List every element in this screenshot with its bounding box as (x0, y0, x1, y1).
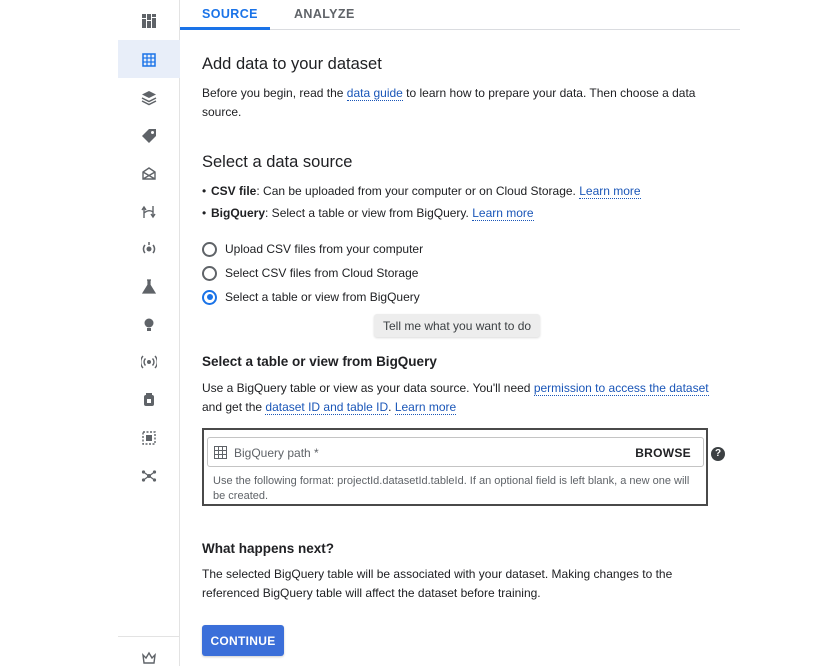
intro-text: Before you begin, read the data guide to… (202, 84, 722, 122)
radio-label: Select a table or view from BigQuery (225, 290, 420, 304)
tab-source[interactable]: SOURCE (202, 7, 258, 21)
field-hint: Use the following format: projectId.data… (213, 475, 690, 502)
features-icon[interactable] (140, 89, 158, 107)
section-title-data-source: Select a data source (202, 153, 353, 171)
continue-button[interactable]: CONTINUE (202, 625, 284, 656)
page-title: Add data to your dataset (202, 55, 382, 73)
section-title-next: What happens next? (202, 541, 335, 556)
bigquery-path-field-group: BigQuery path * BROWSE Use the following… (202, 428, 708, 506)
radio-bigquery[interactable]: Select a table or view from BigQuery (202, 288, 420, 306)
tab-bar: SOURCE ANALYZE (180, 0, 740, 30)
models-icon[interactable] (140, 316, 158, 334)
left-nav-rail (118, 0, 180, 666)
bullet-bigquery-text: : Select a table or view from BigQuery. (265, 206, 473, 220)
rail-divider (118, 636, 180, 637)
permission-link[interactable]: permission to access the dataset (533, 381, 709, 396)
bigquery-path-learn-more-link[interactable]: Learn more (394, 400, 457, 415)
radio-label: Select CSV files from Cloud Storage (225, 266, 419, 280)
bigquery-description: Use a BigQuery table or view as your dat… (202, 379, 722, 417)
browse-button[interactable]: BROWSE (635, 446, 691, 460)
radio-button-checked[interactable] (202, 289, 217, 305)
radio-button[interactable] (202, 241, 217, 257)
bullet-bigquery: BigQuery: Select a table or view from Bi… (202, 206, 534, 221)
experiments-icon[interactable] (140, 278, 158, 296)
bigquery-text-2: and get the (202, 400, 266, 414)
data-guide-link[interactable]: data guide (346, 86, 403, 101)
radio-upload-csv[interactable]: Upload CSV files from your computer (202, 240, 423, 258)
bigquery-text-1: Use a BigQuery table or view as your dat… (202, 381, 534, 395)
bigquery-path-input[interactable]: BigQuery path * BROWSE (207, 437, 704, 467)
labeling-icon[interactable] (140, 127, 158, 145)
bullet-csv-term: CSV file (211, 184, 257, 198)
tooltip: Tell me what you want to do (374, 314, 541, 337)
bigquery-learn-more-link[interactable]: Learn more (472, 206, 534, 221)
dashboard-icon[interactable] (140, 12, 158, 30)
bullet-csv-text: : Can be uploaded from your computer or … (256, 184, 580, 198)
intro-text-before: Before you begin, read the (202, 86, 347, 100)
batch-predictions-icon[interactable] (140, 391, 158, 409)
radio-label: Upload CSV files from your computer (225, 242, 424, 256)
pipelines-icon[interactable] (140, 203, 158, 221)
radio-cloud-storage[interactable]: Select CSV files from Cloud Storage (202, 264, 418, 282)
next-description: The selected BigQuery table will be asso… (202, 567, 673, 600)
dataset-id-link[interactable]: dataset ID and table ID (265, 400, 389, 415)
csv-learn-more-link[interactable]: Learn more (579, 184, 641, 199)
bigquery-text-3: . (388, 400, 395, 414)
matching-engine-icon[interactable] (140, 467, 158, 485)
bullet-bigquery-term: BigQuery (211, 206, 266, 220)
section-title-bigquery: Select a table or view from BigQuery (202, 354, 437, 369)
tab-analyze[interactable]: ANALYZE (294, 7, 355, 21)
training-icon[interactable] (140, 240, 158, 258)
table-icon (214, 446, 227, 459)
metadata-icon[interactable] (140, 429, 158, 447)
tab-active-indicator (180, 27, 270, 30)
marketplace-icon[interactable] (140, 650, 158, 666)
workbench-icon[interactable] (140, 165, 158, 183)
endpoints-icon[interactable] (140, 353, 158, 371)
datasets-icon[interactable] (140, 51, 158, 69)
help-icon[interactable]: ? (711, 447, 725, 461)
bullet-csv: CSV file: Can be uploaded from your comp… (202, 184, 641, 199)
bigquery-path-placeholder: BigQuery path * (234, 446, 319, 460)
radio-button[interactable] (202, 265, 217, 281)
